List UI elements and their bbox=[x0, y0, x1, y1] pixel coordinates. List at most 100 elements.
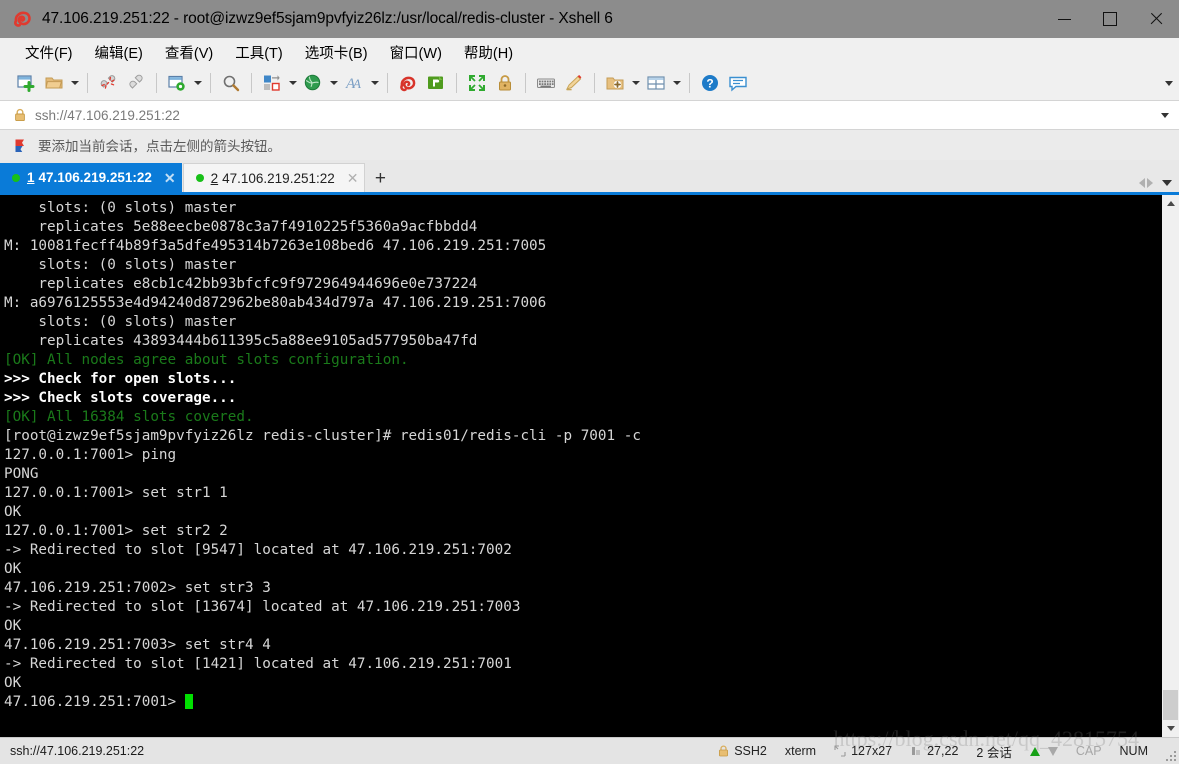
menu-tools[interactable]: 工具(T) bbox=[224, 39, 294, 66]
download-arrow-icon bbox=[1047, 746, 1058, 756]
new-session-icon bbox=[17, 75, 35, 92]
tab-number: 1 bbox=[27, 170, 35, 185]
new-tab-button[interactable]: + bbox=[369, 166, 391, 190]
toolbar-overflow-button[interactable] bbox=[1165, 66, 1173, 100]
terminal-line: -> Redirected to slot [13674] located at… bbox=[4, 598, 1161, 617]
menu-tabs[interactable]: 选项卡(B) bbox=[294, 39, 379, 66]
highlight-button[interactable] bbox=[560, 69, 588, 97]
add-folder-icon bbox=[606, 77, 624, 90]
transfer-icon bbox=[264, 75, 280, 91]
lock-icon bbox=[14, 108, 26, 122]
add-folder-button[interactable] bbox=[601, 69, 629, 97]
terminal-line: slots: (0 slots) master bbox=[4, 199, 1161, 218]
disconnect-button[interactable] bbox=[94, 69, 122, 97]
tab-session-1[interactable]: 1 47.106.219.251:22 ✕ bbox=[0, 163, 182, 192]
terminal-line-text: slots: (0 slots) master bbox=[4, 314, 237, 330]
terminal-line-text: replicates 43893444b611395c5a88ee9105ad5… bbox=[4, 333, 478, 349]
status-connection: ssh://47.106.219.251:22 bbox=[10, 744, 145, 758]
status-bar: https://blog.csdn.net/qq_42815754 ssh://… bbox=[0, 726, 1179, 764]
open-session-dropdown[interactable] bbox=[68, 69, 81, 97]
terminal-line-text: 47.106.219.251:7001> bbox=[4, 694, 185, 710]
transfer-button[interactable] bbox=[258, 69, 286, 97]
globe-button[interactable] bbox=[299, 69, 327, 97]
tab-number: 2 bbox=[210, 170, 219, 186]
status-caps-lock: CAP bbox=[1075, 744, 1102, 758]
toolbar-separator bbox=[210, 73, 211, 93]
chat-button[interactable] bbox=[724, 69, 752, 97]
scrollbar-track[interactable] bbox=[1162, 212, 1179, 720]
terminal-line-text: [root@izwz9ef5sjam9pvfyiz26lz redis-clus… bbox=[4, 428, 641, 444]
layout-dropdown[interactable] bbox=[670, 69, 683, 97]
tab-list-dropdown-icon[interactable] bbox=[1162, 180, 1172, 186]
status-sessions: 2 会话 bbox=[976, 745, 1012, 760]
find-button[interactable] bbox=[217, 69, 245, 97]
terminal-line: OK bbox=[4, 674, 1161, 693]
terminal-line: >>> Check slots coverage... bbox=[4, 389, 1161, 408]
new-session-button[interactable] bbox=[12, 69, 40, 97]
tab-session-2[interactable]: 2 47.106.219.251:22 ✕ bbox=[182, 163, 366, 192]
menu-edit[interactable]: 编辑(E) bbox=[84, 39, 154, 66]
session-properties-button[interactable] bbox=[163, 69, 191, 97]
terminal-scrollbar[interactable] bbox=[1161, 195, 1179, 737]
help-button[interactable]: ? bbox=[696, 69, 724, 97]
terminal-line-text: M: 10081fecff4b89f3a5dfe495314b7263e108b… bbox=[4, 238, 547, 254]
tab-close-icon[interactable]: ✕ bbox=[164, 171, 176, 185]
toolbar-separator bbox=[689, 73, 690, 93]
xshell-red-icon bbox=[400, 76, 416, 92]
xftp-button[interactable] bbox=[422, 69, 450, 97]
tab-close-icon[interactable]: ✕ bbox=[347, 171, 359, 185]
maximize-button[interactable] bbox=[1087, 0, 1133, 38]
layout-button[interactable] bbox=[642, 69, 670, 97]
address-bar[interactable]: ssh://47.106.219.251:22 bbox=[0, 100, 1179, 130]
tab-scroll-right-icon[interactable] bbox=[1147, 178, 1153, 188]
menu-help[interactable]: 帮助(H) bbox=[453, 39, 524, 66]
tab-scroll-left-icon[interactable] bbox=[1139, 178, 1145, 188]
terminal-line-text: 127.0.0.1:7001> ping bbox=[4, 447, 177, 463]
terminal-line: OK bbox=[4, 560, 1161, 579]
status-cursor-position: 27,22 bbox=[927, 744, 959, 758]
resize-grip-icon[interactable] bbox=[1164, 749, 1176, 761]
keyboard-button[interactable] bbox=[532, 69, 560, 97]
globe-icon bbox=[304, 74, 321, 91]
minimize-button[interactable] bbox=[1041, 0, 1087, 38]
globe-dropdown[interactable] bbox=[327, 69, 340, 97]
open-session-button[interactable] bbox=[40, 69, 68, 97]
font-button[interactable]: A A bbox=[340, 69, 368, 97]
terminal-line-text: slots: (0 slots) master bbox=[4, 257, 237, 273]
terminal-line-text: [OK] All nodes agree about slots configu… bbox=[4, 352, 409, 368]
scroll-up-button[interactable] bbox=[1162, 195, 1179, 212]
terminal-line: 47.106.219.251:7002> set str3 3 bbox=[4, 579, 1161, 598]
menu-window[interactable]: 窗口(W) bbox=[379, 39, 453, 66]
lock-button[interactable] bbox=[491, 69, 519, 97]
address-dropdown-icon[interactable] bbox=[1161, 101, 1169, 129]
terminal-line: 127.0.0.1:7001> set str2 2 bbox=[4, 522, 1161, 541]
xshell-window: 47.106.219.251:22 - root@izwz9ef5sjam9pv… bbox=[0, 0, 1179, 764]
terminal-area: slots: (0 slots) master replicates 5e88e… bbox=[0, 195, 1179, 737]
terminal-line: OK bbox=[4, 617, 1161, 636]
terminal-line: slots: (0 slots) master bbox=[4, 256, 1161, 275]
terminal-line-text: OK bbox=[4, 561, 22, 577]
toolbar-separator bbox=[87, 73, 88, 93]
reconnect-button[interactable] bbox=[122, 69, 150, 97]
close-button[interactable] bbox=[1133, 0, 1179, 38]
transfer-dropdown[interactable] bbox=[286, 69, 299, 97]
session-properties-dropdown[interactable] bbox=[191, 69, 204, 97]
scrollbar-thumb[interactable] bbox=[1163, 690, 1178, 720]
xshell-button[interactable] bbox=[394, 69, 422, 97]
terminal-output[interactable]: slots: (0 slots) master replicates 5e88e… bbox=[0, 195, 1161, 737]
menu-file[interactable]: 文件(F) bbox=[14, 39, 84, 66]
tab-status-dot-icon bbox=[195, 174, 204, 182]
svg-text:?: ? bbox=[706, 77, 713, 91]
terminal-line: replicates 5e88eecbe0878c3a7f4910225f536… bbox=[4, 218, 1161, 237]
xshell-logo-icon bbox=[12, 8, 34, 30]
add-folder-dropdown[interactable] bbox=[629, 69, 642, 97]
fullscreen-button[interactable] bbox=[463, 69, 491, 97]
terminal-line-text: 47.106.219.251:7003> set str4 4 bbox=[4, 637, 271, 653]
menu-view[interactable]: 查看(V) bbox=[154, 39, 224, 66]
scroll-down-button[interactable] bbox=[1162, 720, 1179, 737]
terminal-line: M: a6976125553e4d94240d872962be80ab434d7… bbox=[4, 294, 1161, 313]
terminal-line-text: -> Redirected to slot [1421] located at … bbox=[4, 656, 512, 672]
status-protocol-cell: SSH2 bbox=[709, 744, 776, 758]
font-dropdown[interactable] bbox=[368, 69, 381, 97]
address-input[interactable]: ssh://47.106.219.251:22 bbox=[35, 108, 180, 123]
